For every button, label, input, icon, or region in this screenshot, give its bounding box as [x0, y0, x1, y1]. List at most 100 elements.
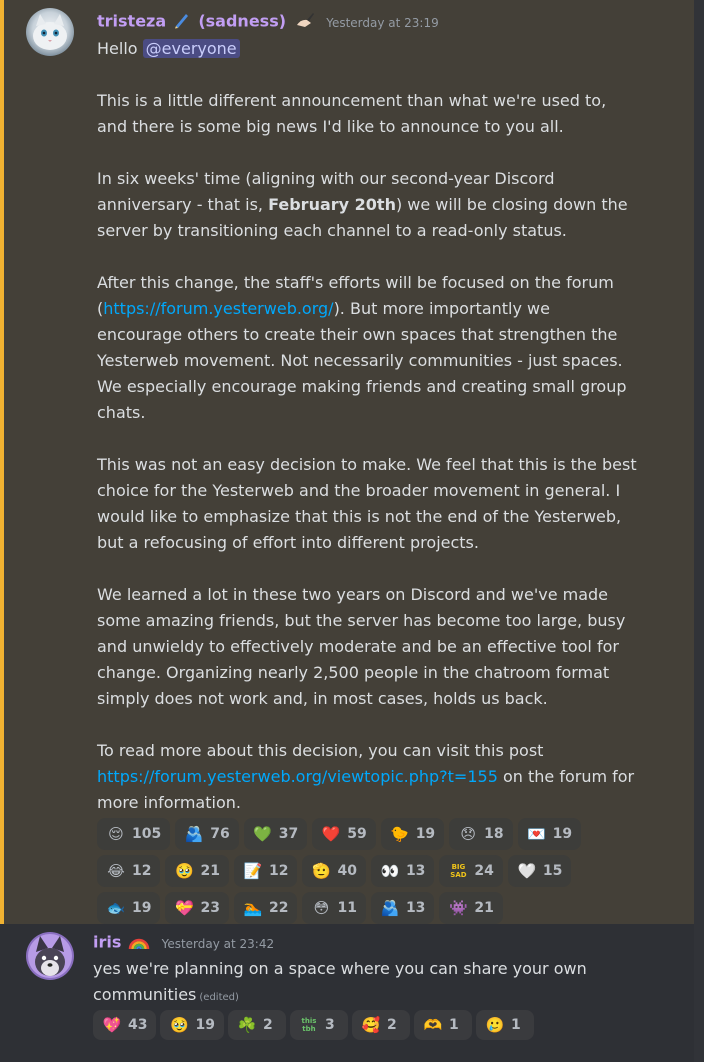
reaction-count: 21 [474, 900, 494, 916]
username[interactable]: iris [93, 933, 121, 952]
message-header: tristeza (sadness) Yesterday at 23:19 [97, 11, 439, 33]
reaction-custom-emoji[interactable]: 💌 19 [517, 818, 582, 850]
reaction-count: 13 [405, 900, 426, 916]
timestamp[interactable]: Yesterday at 23:19 [326, 16, 439, 30]
reaction-custom-emoji[interactable]: 🫶 1 [413, 1010, 472, 1040]
reaction-custom-emoji[interactable]: 💝 23 [165, 892, 229, 924]
avatar-tristeza[interactable] [26, 8, 74, 56]
reaction-custom-emoji[interactable]: 🐟 19 [97, 892, 161, 924]
reaction-count: 22 [268, 900, 289, 916]
custom-emoji-icon: 🫶 [423, 1016, 443, 1034]
reaction-heart-sparkle[interactable]: 💖 43 [93, 1010, 157, 1040]
reaction-count: 19 [132, 900, 152, 916]
reaction-count: 24 [474, 863, 494, 879]
reaction-custom-emoji[interactable]: 🏊 22 [233, 892, 298, 924]
reaction-count: 19 [552, 826, 573, 842]
reaction-count: 76 [210, 826, 230, 842]
paragraph-6: To read more about this decision, you ca… [97, 738, 637, 816]
reaction-shamrock[interactable]: ☘️ 2 [227, 1010, 286, 1040]
custom-emoji-icon: 👾 [449, 899, 468, 917]
reaction-green-heart[interactable]: 💚 37 [243, 818, 308, 850]
smiling-hearts-face-icon: 🥰 [361, 1016, 381, 1034]
reaction-count: 2 [262, 1017, 273, 1033]
this-tbh-icon: this tbh [301, 1017, 317, 1033]
reaction-this-tbh[interactable]: this tbh 3 [289, 1010, 348, 1040]
reaction-custom-emoji[interactable]: 📝 12 [233, 855, 298, 887]
paragraph-3: After this change, the staff's efforts w… [97, 270, 637, 426]
cat-avatar-icon [26, 8, 74, 56]
message-announcement[interactable]: tristeza (sadness) Yesterday at 23:19 He… [0, 0, 694, 924]
heart-sparkle-icon: 💖 [102, 1016, 122, 1034]
reaction-count: 18 [484, 826, 504, 842]
custom-emoji-icon: 🐟 [106, 899, 126, 917]
greeting-line: Hello @everyone [97, 36, 637, 62]
reaction-count: 19 [415, 826, 436, 842]
reaction-count: 12 [132, 863, 152, 879]
message-content: Hello @everyone This is a little differe… [97, 36, 637, 816]
reaction-count: 19 [195, 1017, 215, 1033]
reaction-count: 13 [405, 863, 426, 879]
custom-emoji-icon: 📝 [243, 862, 263, 880]
reaction-count: 43 [128, 1017, 148, 1033]
custom-emoji-icon: 🫂 [380, 899, 400, 917]
greeting: Hello [97, 39, 138, 58]
reaction-custom-emoji[interactable]: 🥹 19 [160, 1010, 224, 1040]
reaction-custom-emoji[interactable]: 🫡 40 [302, 855, 366, 887]
message-content: yes we're planning on a space where you … [93, 956, 633, 1011]
reaction-custom-emoji[interactable]: 😳 11 [302, 892, 366, 924]
reaction-custom-emoji[interactable]: 🫂 13 [370, 892, 435, 924]
edited-label: (edited) [199, 992, 239, 1003]
paragraph-2-bold: February 20th [268, 195, 396, 214]
green-heart-icon: 💚 [253, 825, 273, 843]
reaction-hugging-people[interactable]: 🫂 76 [175, 818, 239, 850]
custom-emoji-icon: 😳 [313, 899, 330, 917]
reaction-custom-emoji[interactable]: 👾 21 [439, 892, 503, 924]
reaction-big-sad[interactable]: BIG SAD 24 [439, 855, 503, 887]
viewtopic-link[interactable]: https://forum.yesterweb.org/viewtopic.ph… [97, 767, 498, 786]
reaction-eyes[interactable]: 👀 13 [370, 855, 435, 887]
white-heart-icon: 🤍 [517, 862, 537, 880]
custom-emoji-icon: 😞 [460, 825, 476, 843]
reactions-bar: 💖 43 🥹 19 ☘️ 2 this tbh 3 🥰 2 🫶 1 🥲 1 [93, 1010, 613, 1040]
reaction-count: 11 [337, 900, 357, 916]
joy-face-icon: 😂 [107, 862, 125, 880]
reaction-count: 15 [542, 863, 563, 879]
red-heart-icon: ❤️ [321, 825, 341, 843]
forum-link[interactable]: https://forum.yesterweb.org/ [103, 299, 333, 318]
reactions-bar: 😌 105 🫂 76 💚 37 ❤️ 59 🐤 19 😞 18 💌 19 😂 12 🥹 21 📝 12 🫡 40 👀 13 BI… [97, 818, 597, 924]
pen-icon [173, 11, 191, 33]
reaction-count: 2 [386, 1017, 397, 1033]
custom-emoji-icon: 🥹 [170, 1016, 189, 1034]
reaction-count: 23 [200, 900, 220, 916]
paragraph-5: We learned a lot in these two years on D… [97, 585, 626, 708]
reaction-relieved-face[interactable]: 😌 105 [97, 818, 171, 850]
mention-everyone[interactable]: @everyone [142, 39, 240, 58]
username-suffix[interactable]: (sadness) [198, 12, 286, 31]
reaction-custom-emoji[interactable]: 😞 18 [449, 818, 513, 850]
reaction-custom-emoji[interactable]: 🥹 21 [165, 855, 229, 887]
username[interactable]: tristeza [97, 12, 166, 31]
reaction-count: 3 [324, 1017, 335, 1033]
custom-emoji-icon: 💌 [527, 825, 546, 843]
reaction-count: 59 [347, 826, 367, 842]
reaction-count: 37 [278, 826, 299, 842]
paragraph-4: This was not an easy decision to make. W… [97, 455, 637, 552]
reaction-count: 1 [510, 1017, 521, 1033]
reaction-custom-emoji[interactable]: 🥲 1 [475, 1010, 534, 1040]
timestamp[interactable]: Yesterday at 23:42 [162, 937, 275, 951]
reaction-red-heart[interactable]: ❤️ 59 [312, 818, 376, 850]
reaction-count: 12 [268, 863, 289, 879]
hugging-people-icon: 🫂 [184, 825, 204, 843]
avatar-iris[interactable] [26, 932, 74, 980]
reaction-joy-face[interactable]: 😂 12 [97, 855, 161, 887]
relieved-face-icon: 😌 [108, 825, 124, 843]
reaction-custom-emoji[interactable]: 🐤 19 [380, 818, 445, 850]
reaction-white-heart[interactable]: 🤍 15 [507, 855, 572, 887]
reaction-smiling-hearts-face[interactable]: 🥰 2 [351, 1010, 410, 1040]
message-header: iris Yesterday at 23:42 [93, 932, 274, 954]
wolf-avatar-icon [26, 932, 74, 980]
reply-text: yes we're planning on a space where you … [93, 959, 587, 1004]
reaction-count: 105 [132, 826, 162, 842]
big-sad-icon: BIG SAD [450, 863, 467, 879]
message-reply[interactable]: iris Yesterday at 23:42 yes we're planni… [0, 924, 694, 1062]
